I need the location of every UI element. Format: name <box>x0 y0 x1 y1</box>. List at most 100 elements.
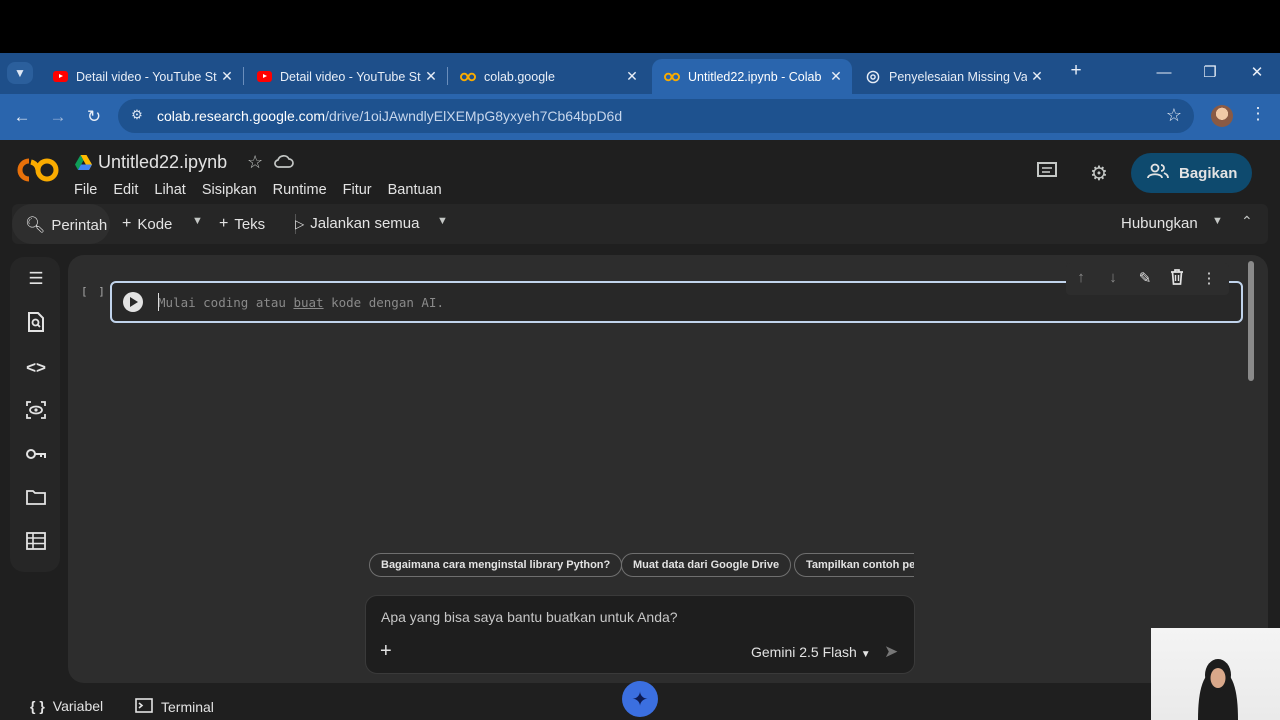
menu-edit[interactable]: Edit <box>113 182 138 198</box>
suggestion-chip[interactable]: Muat data dari Google Drive <box>621 553 792 577</box>
suggestion-chip[interactable]: Tampilkan contoh pe <box>794 553 914 577</box>
move-down-icon[interactable]: ↓ <box>1102 269 1124 291</box>
command-palette-label: Perintah <box>51 216 108 234</box>
tab-colab-google[interactable]: colab.google ✕ <box>448 59 648 94</box>
add-text-button[interactable]: + Teks <box>219 215 265 233</box>
close-icon[interactable]: ✕ <box>826 68 846 85</box>
back-button[interactable]: ← <box>9 104 35 130</box>
run-all-button[interactable]: ▷ Jalankan semua <box>295 215 419 232</box>
table-of-contents-icon[interactable]: ☰ <box>24 267 48 291</box>
prompt-input[interactable]: Apa yang bisa saya bantu buatkan untuk A… <box>381 609 678 625</box>
close-icon[interactable]: ✕ <box>421 68 441 85</box>
scrollbar[interactable] <box>1248 261 1254 381</box>
tab-title: Detail video - YouTube Studio <box>280 69 421 84</box>
play-icon: ▷ <box>295 216 305 231</box>
menu-fitur[interactable]: Fitur <box>343 182 372 198</box>
chevron-down-icon[interactable]: ▼ <box>437 215 448 227</box>
move-up-icon[interactable]: ↑ <box>1070 269 1092 291</box>
google-drive-icon[interactable] <box>75 155 92 170</box>
delete-icon[interactable] <box>1166 269 1188 291</box>
tab-untitled22-colab[interactable]: Untitled22.ipynb - Colab ✕ <box>652 59 852 94</box>
send-icon[interactable]: ➤ <box>884 642 898 662</box>
notebook-title[interactable]: Untitled22.ipynb <box>98 152 227 173</box>
close-icon[interactable]: ✕ <box>217 68 237 85</box>
gemini-prompt-box[interactable]: Apa yang bisa saya bantu buatkan untuk A… <box>365 595 915 674</box>
secrets-key-icon[interactable] <box>24 444 48 468</box>
menu-lihat[interactable]: Lihat <box>154 182 185 198</box>
url-text[interactable]: colab.research.google.com/drive/1oiJAwnd… <box>157 108 622 124</box>
share-button[interactable]: Bagikan <box>1131 153 1252 193</box>
code-snippets-icon[interactable]: <> <box>24 356 48 380</box>
variables-label: Variabel <box>52 698 104 714</box>
left-sidebar: ☰ <> <box>10 257 60 572</box>
menu-sisipkan[interactable]: Sisipkan <box>202 182 257 198</box>
connect-label: Hubungkan <box>1121 215 1198 232</box>
tab-youtube-studio-2[interactable]: Detail video - YouTube Studio ✕ <box>244 59 447 94</box>
comments-icon[interactable] <box>1035 161 1059 185</box>
reload-button[interactable]: ↻ <box>81 104 107 130</box>
cell-execution-count: [ ] <box>81 285 107 298</box>
colab-logo <box>17 158 59 182</box>
menu-bar: File Edit Lihat Sisipkan Runtime Fitur B… <box>74 182 442 198</box>
run-cell-button[interactable] <box>123 292 143 312</box>
plus-icon: + <box>219 215 229 232</box>
menu-runtime[interactable]: Runtime <box>273 182 327 198</box>
suggestion-chip[interactable]: Bagaimana cara menginstal library Python… <box>369 553 623 577</box>
variables-inspector-icon[interactable] <box>24 400 48 424</box>
text-cursor <box>158 293 159 311</box>
address-bar[interactable]: ⚙ colab.research.google.com/drive/1oiJAw… <box>118 99 1194 133</box>
generate-link[interactable]: buat <box>293 295 323 310</box>
variables-icon: { } <box>30 698 45 714</box>
plus-icon: + <box>122 215 132 232</box>
tab-strip: ▼ Detail video - YouTube Studio ✕ Detail… <box>0 53 1280 94</box>
letterbox <box>0 0 1280 53</box>
placeholder-text: kode dengan AI. <box>323 295 444 310</box>
gemini-sparkle-button[interactable]: ✦ <box>622 681 658 717</box>
new-tab-button[interactable]: + <box>1066 60 1086 82</box>
people-icon <box>1147 163 1169 184</box>
chevron-up-icon[interactable]: ⌃ <box>1241 213 1253 230</box>
tab-penyelesaian-missing-values[interactable]: Penyelesaian Missing Values ✕ <box>853 59 1053 94</box>
minimize-button[interactable]: — <box>1141 60 1187 86</box>
site-settings-icon[interactable]: ⚙ <box>128 107 146 125</box>
more-options-icon[interactable]: ⋮ <box>1198 269 1220 291</box>
connect-button[interactable]: Hubungkan <box>1121 215 1198 232</box>
settings-gear-icon[interactable]: ⚙ <box>1087 161 1111 185</box>
placeholder-text: Mulai coding atau <box>158 295 294 310</box>
browser-toolbar: ← → ↻ ⚙ colab.research.google.com/drive/… <box>0 94 1280 140</box>
bookmark-star-icon[interactable]: ☆ <box>1166 105 1182 126</box>
close-icon[interactable]: ✕ <box>622 68 642 85</box>
magic-edit-icon[interactable]: ✎ <box>1134 269 1156 291</box>
find-replace-icon[interactable] <box>24 312 48 336</box>
close-window-button[interactable]: ✕ <box>1234 60 1280 86</box>
model-selector[interactable]: Gemini 2.5 Flash ▼ <box>751 644 871 660</box>
chevron-down-icon: ▼ <box>14 66 26 80</box>
suggestion-chips: Bagaimana cara menginstal library Python… <box>369 553 914 579</box>
restore-button[interactable]: ❐ <box>1187 60 1233 86</box>
forward-button[interactable]: → <box>45 104 71 130</box>
terminal-icon <box>135 698 153 716</box>
tab-youtube-studio-1[interactable]: Detail video - YouTube Studio ✕ <box>40 59 243 94</box>
chevron-down-icon[interactable]: ▼ <box>1212 215 1223 227</box>
cell-placeholder[interactable]: Mulai coding atau buat kode dengan AI. <box>158 295 444 310</box>
tab-search-button[interactable]: ▼ <box>7 62 33 84</box>
add-code-button[interactable]: + Kode <box>122 215 172 233</box>
menu-bantuan[interactable]: Bantuan <box>388 182 442 198</box>
folder-icon[interactable] <box>24 488 48 512</box>
terminal-button[interactable]: Terminal <box>135 698 214 716</box>
star-icon[interactable]: ☆ <box>247 152 263 173</box>
data-table-icon[interactable] <box>24 532 48 556</box>
profile-avatar[interactable] <box>1211 105 1233 127</box>
add-attachment-icon[interactable]: + <box>380 640 392 663</box>
variables-button[interactable]: { } Variabel <box>30 698 103 714</box>
chatgpt-icon <box>865 69 881 85</box>
caret-down-icon: ▼ <box>860 649 871 660</box>
menu-file[interactable]: File <box>74 182 97 198</box>
chevron-down-icon[interactable]: ▼ <box>192 215 203 227</box>
colab-icon <box>664 69 680 85</box>
command-palette[interactable]: 🔍︎ Perintah <box>25 215 107 235</box>
sparkle-icon: ✦ <box>631 688 649 711</box>
add-code-label: Kode <box>137 215 173 233</box>
close-icon[interactable]: ✕ <box>1027 68 1047 85</box>
browser-menu-icon[interactable]: ⋮ <box>1249 104 1267 128</box>
